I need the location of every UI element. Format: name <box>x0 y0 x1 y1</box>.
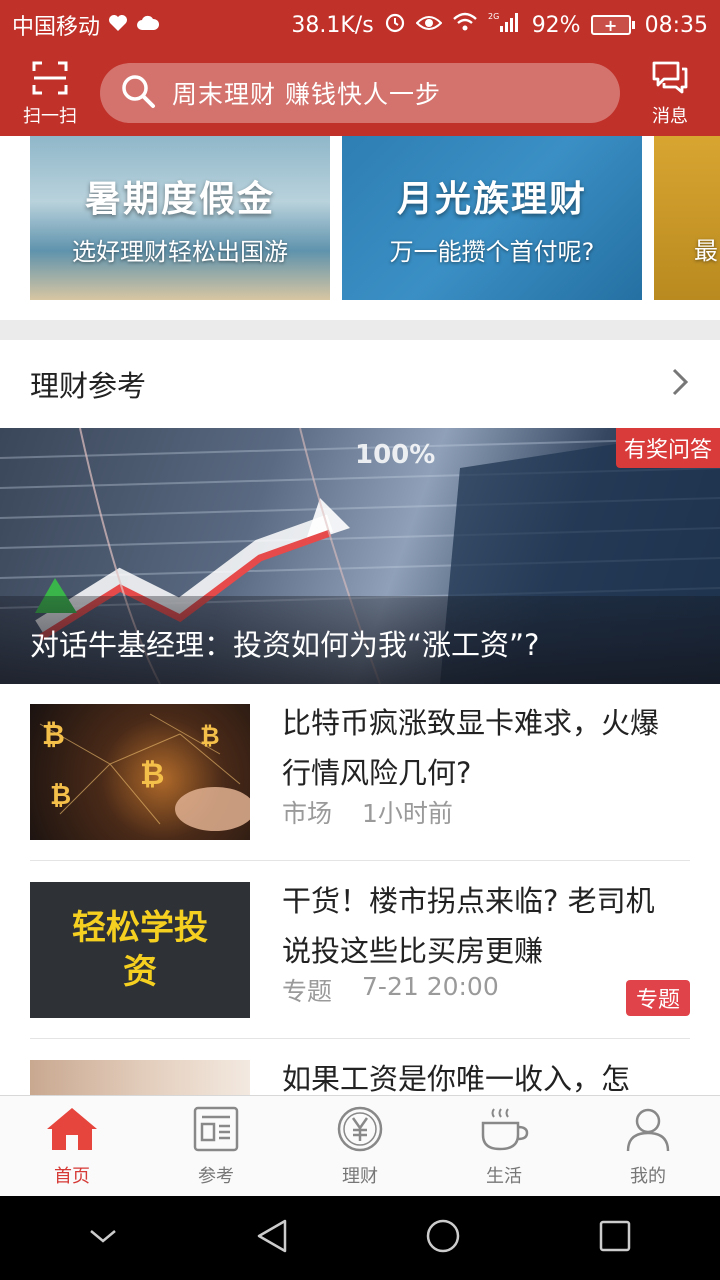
system-navigation-bar <box>0 1196 720 1280</box>
user-icon <box>624 1105 672 1158</box>
banner-subtitle: 选好理财轻松出国游 <box>72 237 288 266</box>
message-icon <box>650 59 690 102</box>
battery-icon: + <box>590 15 635 35</box>
recent-apps-icon[interactable] <box>598 1219 632 1257</box>
message-button[interactable]: 消息 <box>620 50 720 136</box>
message-label: 消息 <box>652 105 688 127</box>
divider <box>30 1038 690 1039</box>
svg-text:₿: ₿ <box>140 757 164 792</box>
scan-icon <box>30 59 70 102</box>
news-icon <box>192 1105 240 1158</box>
nav-mine[interactable]: 我的 <box>576 1096 720 1196</box>
article-thumbnail: 轻松学投资 <box>30 882 250 1018</box>
banner-title: 暑期度假金 <box>84 178 275 220</box>
promo-banner[interactable]: 月光族理财 万一能攒个首付呢? <box>342 136 642 300</box>
carrier-label: 中国移动 <box>12 15 101 40</box>
banner-title: 月光族理财 <box>396 178 587 220</box>
banner-subtitle: 万一能攒个首付呢? <box>389 237 595 266</box>
cloud-icon <box>136 13 160 38</box>
nav-reference-label: 参考 <box>198 1165 234 1187</box>
signal-icon: 2G <box>488 11 522 39</box>
article-title: 比特币疯涨致显卡难求，火爆行情风险几何? <box>282 706 660 790</box>
svg-text:₿: ₿ <box>42 718 65 751</box>
promo-banner[interactable]: 暑期度假金 选好理财轻松出国游 <box>30 136 330 300</box>
article-item[interactable]: 如果工资是你唯一收入，怎 <box>30 1040 690 1095</box>
alarm-icon <box>384 11 406 39</box>
chevron-down-icon[interactable] <box>88 1226 118 1250</box>
nav-mine-label: 我的 <box>630 1165 666 1187</box>
coffee-cup-icon <box>478 1105 530 1158</box>
article-time: 1小时前 <box>362 799 453 828</box>
promo-carousel: 暑期度假金 选好理财轻松出国游 月光族理财 万一能攒个首付呢? 最 <box>0 136 720 300</box>
svg-text:₿: ₿ <box>200 722 220 750</box>
home-circle-icon[interactable] <box>425 1218 461 1258</box>
scan-button[interactable]: 扫一扫 <box>0 50 100 136</box>
promo-banner[interactable]: 最 <box>654 136 720 300</box>
nav-life-label: 生活 <box>486 1165 522 1187</box>
hero-badge: 有奖问答 <box>615 428 720 468</box>
chevron-right-icon <box>670 367 690 401</box>
yuan-icon <box>336 1105 384 1158</box>
nav-life[interactable]: 生活 <box>432 1096 576 1196</box>
article-category: 市场 <box>282 799 333 828</box>
banner-subtitle: 最 <box>694 236 718 265</box>
divider <box>30 860 690 861</box>
network-speed: 38.1K/s <box>291 12 374 38</box>
thumbnail-text: 轻松学投资 <box>72 908 208 992</box>
section-title: 理财参考 <box>30 369 147 403</box>
scan-label: 扫一扫 <box>23 105 77 127</box>
svg-text:₿: ₿ <box>50 781 71 811</box>
eye-icon <box>415 13 443 38</box>
nav-home-label: 首页 <box>54 1165 90 1187</box>
nav-finance-label: 理财 <box>342 1165 378 1187</box>
nav-home[interactable]: 首页 <box>0 1096 144 1196</box>
section-header[interactable]: 理财参考 <box>0 340 720 428</box>
network-type: 2G <box>488 12 499 21</box>
status-bar: 中国移动 38.1K/s 2G 92% + 08:35 <box>0 0 720 50</box>
nav-reference[interactable]: 参考 <box>144 1096 288 1196</box>
section-divider <box>0 320 720 340</box>
article-thumbnail: ₿ ₿ ₿ ₿ <box>30 704 250 840</box>
search-icon <box>120 73 156 113</box>
article-title: 如果工资是你唯一收入，怎 <box>282 1062 631 1095</box>
search-placeholder: 周末理财 赚钱快人一步 <box>172 80 441 109</box>
heart-icon <box>108 13 128 38</box>
nav-finance[interactable]: 理财 <box>288 1096 432 1196</box>
bottom-navigation: 首页 参考 理财 生活 我的 <box>0 1095 720 1196</box>
wifi-icon <box>452 12 478 38</box>
article-thumbnail <box>30 1060 250 1095</box>
topic-tag: 专题 <box>625 980 690 1016</box>
app-header: 扫一扫 周末理财 赚钱快人一步 消息 <box>0 50 720 136</box>
battery-percent: 92% <box>531 12 581 38</box>
article-item[interactable]: ₿ ₿ ₿ ₿ 比特币疯涨致显卡难求，火爆行情风险几何? 市场 1小时前 <box>30 684 690 860</box>
back-icon[interactable] <box>255 1218 289 1258</box>
article-title: 干货！楼市拐点来临? 老司机说投这些比买房更赚 <box>282 884 655 968</box>
featured-title: 对话牛基经理：投资如何为我“涨工资”? <box>30 628 540 662</box>
article-time: 7-21 20:00 <box>362 972 499 1001</box>
home-icon <box>44 1105 100 1158</box>
search-input[interactable]: 周末理财 赚钱快人一步 <box>100 63 620 123</box>
featured-article[interactable]: 100% 对话牛基经理：投资如何为我“涨工资”? 有奖问答 <box>0 428 720 684</box>
article-category: 专题 <box>282 977 333 1006</box>
clock: 08:35 <box>644 12 708 38</box>
svg-text:100%: 100% <box>355 440 435 470</box>
article-item[interactable]: 轻松学投资 干货！楼市拐点来临? 老司机说投这些比买房更赚 专题 7-21 20… <box>30 862 690 1038</box>
